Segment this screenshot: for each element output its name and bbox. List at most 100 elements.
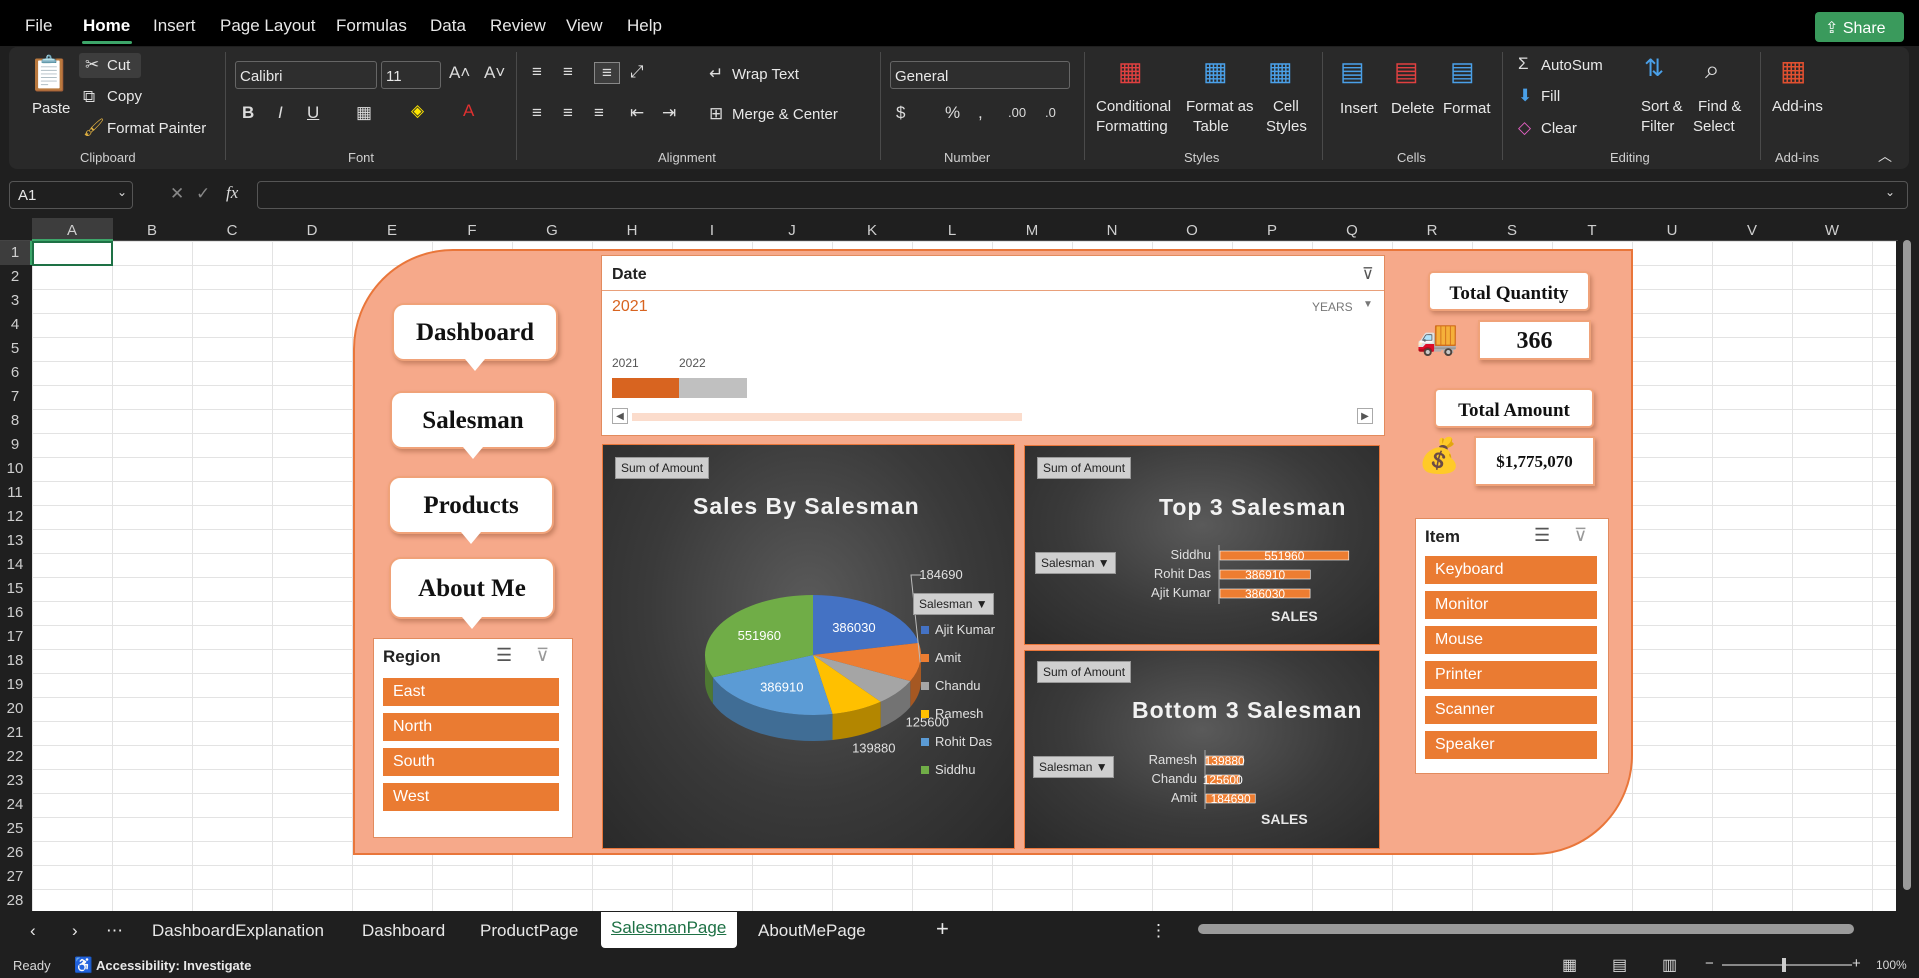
- row-header-14[interactable]: 14: [0, 556, 30, 573]
- fill-color-icon[interactable]: ◈: [411, 101, 424, 121]
- nav-salesman-button[interactable]: Salesman: [390, 391, 556, 459]
- region-item-south[interactable]: South: [383, 748, 559, 776]
- column-header-h[interactable]: H: [592, 222, 672, 239]
- sheet-tab-salesman-page[interactable]: SalesmanPage: [611, 918, 726, 938]
- menu-home[interactable]: Home: [83, 16, 130, 36]
- nav-products-button[interactable]: Products: [388, 476, 554, 544]
- sheet-options-icon[interactable]: ⋮: [1150, 921, 1167, 941]
- item-mouse[interactable]: Mouse: [1425, 626, 1597, 654]
- row-header-22[interactable]: 22: [0, 748, 30, 765]
- clear-filter-icon[interactable]: ⊽: [1362, 264, 1374, 284]
- sort-filter-line1[interactable]: Sort &: [1641, 98, 1683, 115]
- zoom-slider-thumb[interactable]: [1782, 958, 1786, 972]
- wrap-text-button[interactable]: Wrap Text: [732, 66, 799, 83]
- more-sheets-icon[interactable]: ⋯: [106, 921, 123, 941]
- merge-center-button[interactable]: Merge & Center: [732, 106, 838, 123]
- collapse-ribbon-icon[interactable]: ︿: [1878, 146, 1892, 166]
- region-item-west[interactable]: West: [383, 783, 559, 811]
- sales-by-salesman-chart[interactable]: Sum of Amount Sales By Salesman 386030 18…: [602, 444, 1015, 849]
- selected-cell[interactable]: [32, 241, 113, 266]
- sheet-tab-dashboard-explanation[interactable]: DashboardExplanation: [152, 921, 324, 941]
- column-header-g[interactable]: G: [512, 222, 592, 239]
- percent-icon[interactable]: %: [945, 103, 960, 123]
- font-color-icon[interactable]: A: [463, 101, 474, 121]
- column-header-i[interactable]: I: [672, 222, 752, 239]
- salesman-filter-button[interactable]: Salesman ▼: [913, 593, 994, 615]
- column-header-a[interactable]: A: [32, 222, 112, 239]
- item-scanner[interactable]: Scanner: [1425, 696, 1597, 724]
- sort-filter-line2[interactable]: Filter: [1641, 118, 1674, 135]
- row-header-20[interactable]: 20: [0, 700, 30, 717]
- align-right-icon[interactable]: ≡: [594, 103, 604, 123]
- column-header-w[interactable]: W: [1792, 222, 1872, 239]
- increase-decimal-icon[interactable]: .00: [1008, 105, 1026, 120]
- scroll-right-icon[interactable]: ▶: [1357, 408, 1373, 424]
- delete-cells-button[interactable]: Delete: [1391, 100, 1434, 117]
- horizontal-scrollbar[interactable]: [1198, 924, 1854, 934]
- row-header-8[interactable]: 8: [0, 412, 30, 429]
- borders-icon[interactable]: ▦: [356, 103, 372, 123]
- row-header-1[interactable]: 1: [0, 244, 30, 261]
- formula-input[interactable]: [257, 181, 1908, 209]
- autosum-button[interactable]: AutoSum: [1541, 57, 1603, 74]
- column-header-v[interactable]: V: [1712, 222, 1792, 239]
- copy-button[interactable]: Copy: [107, 88, 142, 105]
- row-header-7[interactable]: 7: [0, 388, 30, 405]
- menu-insert[interactable]: Insert: [153, 16, 196, 36]
- decrease-indent-icon[interactable]: ⇤: [630, 103, 644, 123]
- conditional-formatting-line1[interactable]: Conditional: [1096, 98, 1171, 115]
- align-bottom-icon[interactable]: ≡: [594, 62, 620, 84]
- column-header-m[interactable]: M: [992, 222, 1072, 239]
- zoom-out-icon[interactable]: −: [1705, 955, 1714, 972]
- increase-font-icon[interactable]: A˄: [449, 63, 470, 83]
- column-header-f[interactable]: F: [432, 222, 512, 239]
- clear-filter-icon[interactable]: ⊽: [1574, 525, 1587, 546]
- row-header-10[interactable]: 10: [0, 460, 30, 477]
- enter-icon[interactable]: ✓: [196, 184, 210, 204]
- column-header-j[interactable]: J: [752, 222, 832, 239]
- decrease-decimal-icon[interactable]: .0: [1045, 105, 1056, 120]
- column-header-e[interactable]: E: [352, 222, 432, 239]
- align-center-icon[interactable]: ≡: [563, 103, 573, 123]
- column-header-u[interactable]: U: [1632, 222, 1712, 239]
- bold-icon[interactable]: B: [242, 103, 254, 123]
- italic-icon[interactable]: I: [278, 103, 283, 123]
- accessibility-status[interactable]: Accessibility: Investigate: [96, 958, 251, 973]
- row-header-17[interactable]: 17: [0, 628, 30, 645]
- page-break-view-icon[interactable]: ▥: [1662, 955, 1677, 975]
- column-header-o[interactable]: O: [1152, 222, 1232, 239]
- nav-about-me-button[interactable]: About Me: [389, 557, 555, 629]
- column-header-r[interactable]: R: [1392, 222, 1472, 239]
- row-header-12[interactable]: 12: [0, 508, 30, 525]
- column-header-s[interactable]: S: [1472, 222, 1552, 239]
- row-header-15[interactable]: 15: [0, 580, 30, 597]
- sheet-tab-product-page[interactable]: ProductPage: [480, 921, 578, 941]
- cell-styles-line1[interactable]: Cell: [1273, 98, 1299, 115]
- name-box[interactable]: A1: [9, 181, 133, 209]
- share-button[interactable]: ⇪ Share: [1815, 12, 1904, 42]
- paste-button[interactable]: Paste: [32, 100, 70, 117]
- menu-help[interactable]: Help: [627, 16, 662, 36]
- decrease-font-icon[interactable]: A˅: [484, 63, 505, 83]
- format-as-table-line1[interactable]: Format as: [1186, 98, 1254, 115]
- next-sheet-icon[interactable]: ›: [72, 921, 78, 941]
- row-header-5[interactable]: 5: [0, 340, 30, 357]
- scroll-thumb[interactable]: [1903, 240, 1911, 890]
- row-header-13[interactable]: 13: [0, 532, 30, 549]
- chevron-down-icon[interactable]: ⌄: [117, 185, 127, 199]
- region-item-north[interactable]: North: [383, 713, 559, 741]
- row-header-19[interactable]: 19: [0, 676, 30, 693]
- scroll-left-icon[interactable]: ◀: [612, 408, 628, 424]
- number-format-select[interactable]: General: [890, 61, 1070, 89]
- increase-indent-icon[interactable]: ⇥: [662, 103, 676, 123]
- prev-sheet-icon[interactable]: ‹: [30, 921, 36, 941]
- font-name-select[interactable]: Calibri: [235, 61, 377, 89]
- multi-select-icon[interactable]: ☰: [496, 645, 512, 666]
- column-header-c[interactable]: C: [192, 222, 272, 239]
- row-header-23[interactable]: 23: [0, 772, 30, 789]
- paste-icon[interactable]: 📋: [28, 54, 70, 94]
- region-item-east[interactable]: East: [383, 678, 559, 706]
- insert-cells-button[interactable]: Insert: [1340, 100, 1378, 117]
- timeline-level-select[interactable]: YEARS: [1312, 300, 1353, 314]
- item-monitor[interactable]: Monitor: [1425, 591, 1597, 619]
